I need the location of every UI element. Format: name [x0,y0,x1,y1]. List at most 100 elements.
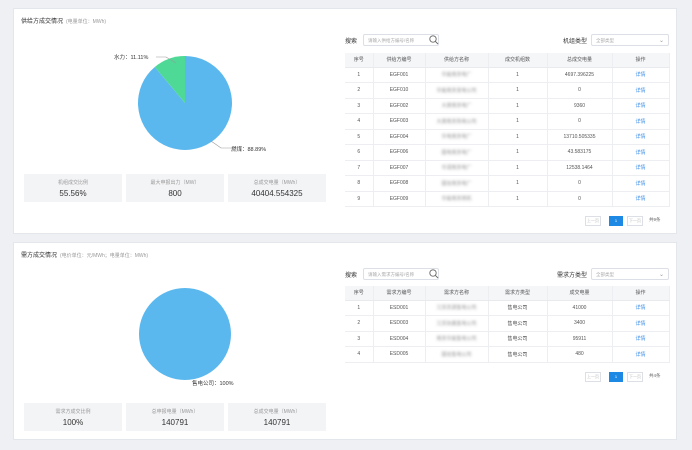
table-cell: 4 [345,346,374,363]
table-row: 3 ESD004 南京华能售电公司 售电公司 95911 详情 [345,331,670,347]
table-row: 9 EGF009 华能南京燃机 1 0 详情 [345,191,670,207]
action-cell: 详情 [612,346,670,363]
column-header: 成交机组数 [488,53,548,68]
supply-type-select[interactable]: 全部类型 ⌄ [591,34,669,46]
detail-link[interactable]: 详情 [635,150,645,156]
detail-link[interactable]: 详情 [635,165,645,171]
supply-type-label: 机组类型 [563,39,588,45]
column-header: 供给方编号 [373,53,426,68]
demand-search-label: 搜索 [345,273,358,279]
table-cell: 大唐南京电厂 [425,98,489,114]
table-cell: 3 [345,98,374,114]
table-cell: 1 [488,129,548,145]
supply-pie-leader-coal [210,140,231,149]
detail-link[interactable]: 详情 [635,72,645,78]
supply-table: 序号 供给方编号 供给方名称 成交机组数 总成交电量 操作 1 EGF001 华能南京电厂 1 4… [345,53,670,207]
next-page-button[interactable]: 下一页 [627,372,643,382]
table-cell: EGF001 [373,67,426,83]
search-icon[interactable] [428,268,440,280]
table-cell: 华能南京发电公司 [425,82,489,99]
demand-type-label: 需求方类型 [557,273,588,279]
column-header: 序号 [345,286,374,301]
detail-link[interactable]: 详情 [635,336,645,342]
detail-link[interactable]: 详情 [635,352,645,358]
table-cell: 7 [345,160,374,176]
table-cell: 95911 [547,331,613,347]
supply-pie-chart [138,56,232,150]
supply-pagination: 上一页 1 下一页 共9条 [585,216,675,226]
column-header: 成交电量 [547,286,613,301]
detail-link[interactable]: 详情 [635,119,645,125]
action-cell: 详情 [612,315,670,332]
column-header: 需求方编号 [373,286,426,301]
demand-pie-label-retailer: 售电公司：100% [192,381,234,387]
table-cell: 1 [345,300,374,316]
action-cell: 详情 [612,129,670,145]
supply-panel: 供给方成交情况 (电量单位：MWh) 水力：11.11% 燃煤：88.89% 机组… [13,8,677,234]
action-cell: 详情 [612,67,670,83]
table-cell: 2 [345,315,374,332]
detail-link[interactable]: 详情 [635,196,645,202]
table-cell: 华能南京燃机 [425,191,489,207]
demand-pagination: 上一页 1 下一页 共4条 [585,372,675,382]
table-cell: EGF002 [373,98,426,114]
column-header: 需求方名称 [425,286,489,301]
table-cell: 3 [345,331,374,347]
table-cell: 华能南京电厂 [425,67,489,83]
table-cell: 1 [488,98,548,114]
table-cell: 0 [547,191,613,207]
table-cell: 售电公司 [488,300,548,316]
prev-page-button[interactable]: 上一页 [585,216,601,226]
table-cell: 华润南京电厂 [425,160,489,176]
page-1-button[interactable]: 1 [609,372,623,382]
table-cell: 国信南京电厂 [425,175,489,192]
table-cell: ESD003 [373,315,426,332]
table-cell: 南京华能售电公司 [425,331,489,347]
column-header: 操作 [612,53,670,68]
demand-panel: 需方成交情况 (电价单位：元/MWh；电量单位：MWh) 售电公司：100% 需求… [13,242,677,440]
table-cell: 1 [488,160,548,176]
search-icon[interactable] [428,34,440,46]
table-row: 3 EGF002 大唐南京电厂 1 9360 详情 [345,98,670,114]
demand-pie-chart [139,288,231,380]
table-cell: 国信售电公司 [425,346,489,363]
demand-panel-title: 需方成交情况 (电价单位：元/MWh；电量单位：MWh) [21,253,149,259]
table-cell: 江苏协鑫售电公司 [425,315,489,332]
table-cell: 江苏苏源售电公司 [425,300,489,316]
table-cell: 1 [488,113,548,130]
table-row: 5 EGF004 华电南京电厂 1 13710.505335 详情 [345,129,670,145]
column-header: 操作 [612,286,670,301]
table-cell: ESD005 [373,346,426,363]
page-1-button[interactable]: 1 [609,216,623,226]
detail-link[interactable]: 详情 [635,305,645,311]
action-cell: 详情 [612,144,670,161]
table-cell: EGF010 [373,82,426,99]
pagination-total: 共4条 [649,373,661,378]
action-cell: 详情 [612,98,670,114]
column-header: 序号 [345,53,374,68]
supply-stat-unit-ratio: 机组成交比例 55.56% [24,174,122,202]
table-cell: 3400 [547,315,613,332]
detail-link[interactable]: 详情 [635,103,645,109]
table-cell: 1 [345,67,374,83]
table-row: 1 EGF001 华能南京电厂 1 4697.396225 详情 [345,67,670,83]
detail-link[interactable]: 详情 [635,88,645,94]
column-header: 总成交电量 [547,53,613,68]
table-cell: 9360 [547,98,613,114]
detail-link[interactable]: 详情 [635,181,645,187]
action-cell: 详情 [612,82,670,99]
action-cell: 详情 [612,175,670,192]
detail-link[interactable]: 详情 [635,321,645,327]
column-header: 供给方名称 [425,53,489,68]
table-cell: 1 [488,82,548,99]
supply-stat-max-output: 最大申报出力（MW） 800 [126,174,224,202]
column-header: 需求方类型 [488,286,548,301]
prev-page-button[interactable]: 上一页 [585,372,601,382]
table-cell: 6 [345,144,374,161]
supply-pie-label-hydro: 水力：11.11% [114,55,149,61]
detail-link[interactable]: 详情 [635,134,645,140]
table-cell: 1 [488,144,548,161]
next-page-button[interactable]: 下一页 [627,216,643,226]
demand-type-select[interactable]: 全部类型 ⌄ [591,268,669,280]
pie-slice-retailer [139,288,231,380]
